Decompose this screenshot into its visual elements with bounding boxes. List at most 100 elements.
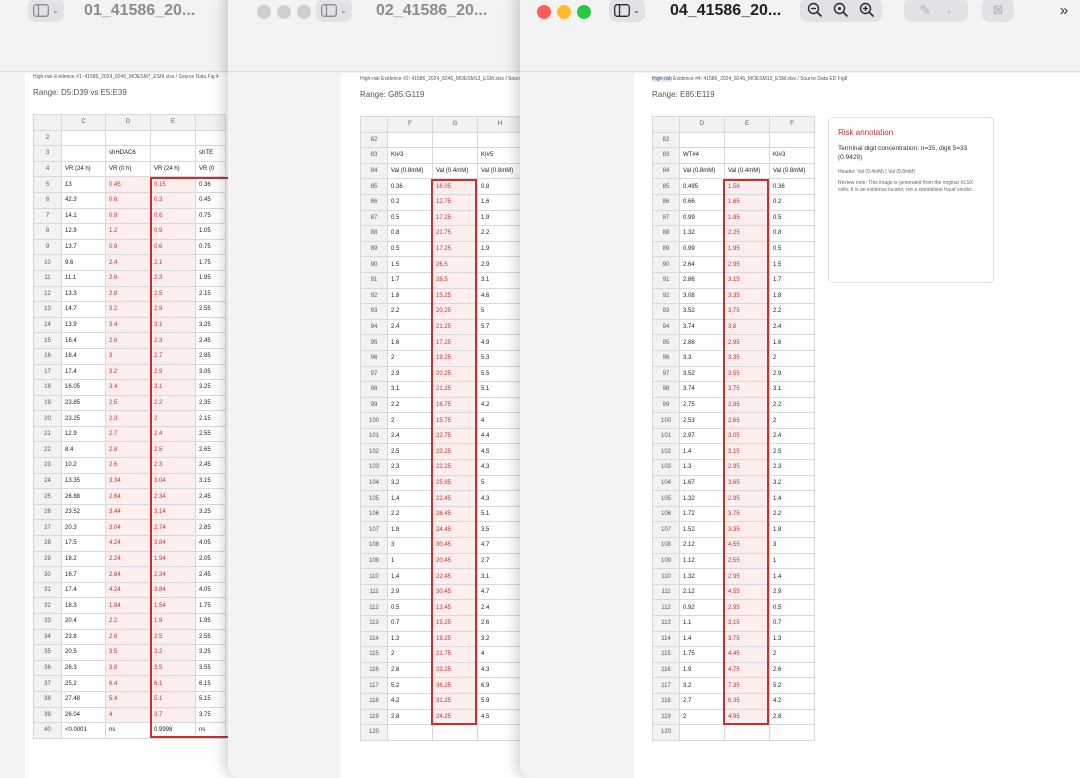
- table-cell[interactable]: 2: [387, 349, 433, 367]
- table-cell[interactable]: 12.9: [61, 425, 106, 443]
- zoom-button[interactable]: [577, 5, 591, 19]
- row-header[interactable]: 119: [360, 708, 388, 726]
- table-cell[interactable]: 2.85: [195, 519, 226, 537]
- table-cell[interactable]: 3: [769, 537, 815, 554]
- table-cell[interactable]: 2.53: [679, 412, 725, 429]
- row-header[interactable]: 100: [652, 412, 680, 429]
- table-cell[interactable]: 3: [105, 347, 151, 365]
- row-header[interactable]: 3: [33, 145, 62, 162]
- table-cell[interactable]: [679, 724, 725, 741]
- table-cell[interactable]: 1: [387, 552, 433, 570]
- row-header[interactable]: 117: [360, 677, 388, 694]
- row-header[interactable]: 35: [33, 644, 62, 661]
- row-header[interactable]: 87: [652, 209, 680, 227]
- table-cell[interactable]: 1.32: [679, 568, 725, 585]
- table-cell[interactable]: [724, 131, 770, 149]
- table-cell[interactable]: 16.7: [61, 566, 106, 583]
- table-cell[interactable]: 1.4: [679, 630, 725, 648]
- table-cell[interactable]: 3.2: [679, 677, 725, 694]
- row-header[interactable]: 101: [652, 427, 680, 445]
- zoom-button[interactable]: [297, 5, 311, 19]
- row-header[interactable]: 33: [33, 613, 62, 630]
- table-cell[interactable]: 1.6: [387, 334, 433, 351]
- table-cell[interactable]: 0.7: [769, 615, 815, 632]
- table-cell[interactable]: 4.24: [105, 581, 151, 599]
- table-cell[interactable]: 6.15: [195, 675, 226, 692]
- row-header[interactable]: 106: [652, 505, 680, 523]
- table-cell[interactable]: 0.92: [679, 599, 725, 616]
- table-cell[interactable]: 0.9: [105, 238, 151, 256]
- column-header[interactable]: E: [724, 116, 770, 133]
- table-cell[interactable]: [150, 129, 196, 147]
- table-cell[interactable]: 2.9: [387, 365, 433, 383]
- row-header[interactable]: 88: [360, 225, 388, 242]
- table-cell[interactable]: 1.9: [150, 613, 196, 630]
- table-cell[interactable]: 2.64: [105, 488, 151, 505]
- table-cell[interactable]: 4.05: [195, 581, 226, 599]
- table-cell[interactable]: 2: [769, 412, 815, 429]
- row-header[interactable]: 94: [360, 318, 388, 336]
- table-cell[interactable]: Val (0.8mM): [477, 162, 523, 180]
- table-cell[interactable]: 1.84: [105, 597, 151, 614]
- row-header[interactable]: 120: [360, 724, 388, 741]
- table-cell[interactable]: 18.4: [61, 347, 106, 365]
- row-header[interactable]: 97: [360, 365, 388, 383]
- table-cell[interactable]: 1.9: [679, 661, 725, 679]
- row-header[interactable]: 119: [652, 708, 680, 726]
- table-cell[interactable]: 2.2: [105, 613, 151, 630]
- row-header[interactable]: 120: [652, 724, 680, 741]
- table-cell[interactable]: 3.5: [150, 659, 196, 677]
- table-cell[interactable]: 1.5: [769, 256, 815, 273]
- table-cell[interactable]: 1.05: [195, 223, 226, 240]
- row-header[interactable]: 98: [360, 381, 388, 398]
- table-cell[interactable]: 24.45: [432, 521, 478, 539]
- row-header[interactable]: 7: [33, 207, 62, 225]
- table-cell[interactable]: VR (24 h): [150, 160, 196, 178]
- table-cell[interactable]: 1.95: [195, 613, 226, 630]
- markup-button[interactable]: ✎ ⌄: [904, 0, 968, 22]
- row-header[interactable]: 25: [33, 488, 62, 505]
- table-cell[interactable]: [724, 724, 770, 741]
- row-header[interactable]: 109: [652, 552, 680, 570]
- table-cell[interactable]: 2.95: [724, 256, 770, 273]
- table-cell[interactable]: 2.2: [387, 303, 433, 320]
- table-cell[interactable]: 1.4: [387, 568, 433, 585]
- table-cell[interactable]: [387, 131, 433, 149]
- table-cell[interactable]: 2.95: [724, 334, 770, 351]
- table-cell[interactable]: 2.6: [105, 457, 151, 474]
- table-cell[interactable]: 0.8: [769, 225, 815, 242]
- row-header[interactable]: 39: [33, 706, 62, 724]
- table-cell[interactable]: 5.7: [477, 318, 523, 336]
- table-cell[interactable]: 2.25: [724, 225, 770, 242]
- table-cell[interactable]: 3: [387, 537, 433, 554]
- table-cell[interactable]: 22.25: [432, 459, 478, 476]
- column-header[interactable]: F: [769, 116, 815, 133]
- row-header[interactable]: 15: [33, 332, 62, 349]
- table-cell[interactable]: 3.4: [105, 316, 151, 334]
- table-cell[interactable]: 1.72: [679, 505, 725, 523]
- row-header[interactable]: 92: [360, 287, 388, 305]
- table-cell[interactable]: 2.9: [769, 365, 815, 383]
- table-cell[interactable]: 14.1: [61, 207, 106, 225]
- table-cell[interactable]: 4.2: [477, 396, 523, 414]
- row-header[interactable]: 28: [33, 535, 62, 552]
- row-header[interactable]: 101: [360, 427, 388, 445]
- table-cell[interactable]: 4.9: [477, 334, 523, 351]
- table-cell[interactable]: [477, 131, 523, 149]
- table-cell[interactable]: 2.12: [679, 537, 725, 554]
- table-cell[interactable]: 3.8: [105, 659, 151, 677]
- table-cell[interactable]: 3.74: [679, 381, 725, 398]
- row-header[interactable]: 90: [652, 256, 680, 273]
- table-cell[interactable]: 2.5: [150, 285, 196, 303]
- table-cell[interactable]: 3.2: [105, 363, 151, 381]
- table-cell[interactable]: 0.2: [769, 193, 815, 211]
- table-cell[interactable]: VR (0 h): [105, 160, 151, 178]
- table-cell[interactable]: 24.25: [432, 708, 478, 726]
- row-header[interactable]: 12: [33, 285, 62, 303]
- table-cell[interactable]: 3.2: [105, 301, 151, 318]
- table-cell[interactable]: 0.9998: [150, 722, 196, 739]
- row-header[interactable]: 105: [360, 490, 388, 507]
- table-cell[interactable]: 3.8: [724, 318, 770, 336]
- table-cell[interactable]: [432, 131, 478, 149]
- table-cell[interactable]: 1.4: [769, 490, 815, 507]
